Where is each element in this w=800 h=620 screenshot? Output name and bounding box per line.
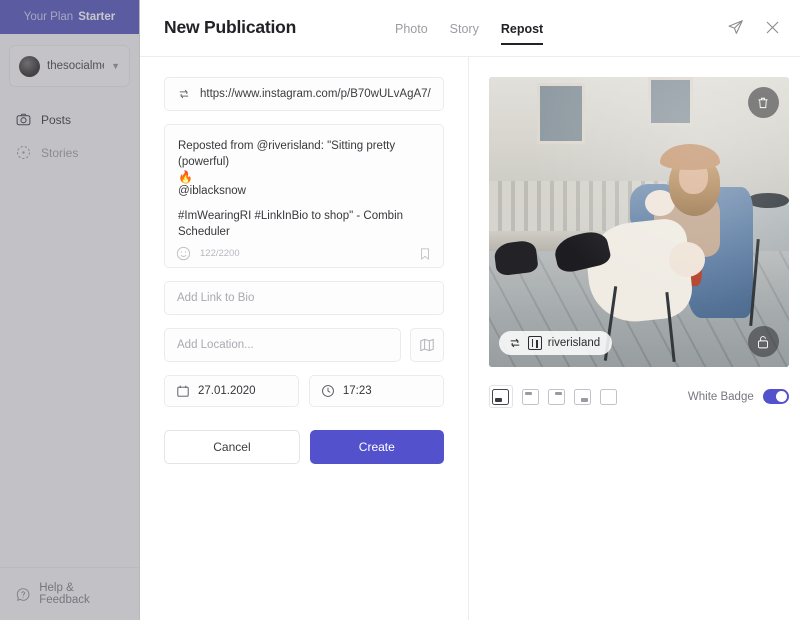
link-to-bio-placeholder: Add Link to Bio (177, 292, 255, 304)
badge-mark (554, 391, 562, 395)
bookmark-icon[interactable] (418, 247, 432, 261)
badge-position-top-left[interactable] (521, 388, 539, 405)
page-title: New Publication (164, 17, 297, 37)
badge-position-bottom-right[interactable] (573, 388, 591, 405)
badge-options-row: White Badge (488, 385, 789, 408)
clock-icon (321, 385, 334, 397)
calendar-icon (177, 385, 189, 397)
link-to-bio-input[interactable]: Add Link to Bio (164, 281, 444, 315)
location-placeholder: Add Location... (177, 339, 254, 351)
caption-line-3: #ImWearingRI #LinkInBio to shop" - Combi… (178, 209, 404, 239)
badge-position-bottom-left[interactable] (488, 385, 513, 408)
preview-pane: riverisland White Badge (468, 56, 800, 620)
action-buttons: Cancel Create (164, 430, 444, 464)
date-input[interactable]: 27.01.2020 (164, 375, 299, 407)
caption-line-1: Reposted from @riverisland: "Sitting pre… (178, 140, 396, 169)
white-badge-toggle[interactable] (762, 389, 789, 404)
cancel-button[interactable]: Cancel (164, 430, 300, 464)
date-value: 27.01.2020 (198, 385, 256, 397)
tab-story[interactable]: Story (450, 22, 479, 43)
character-counter: 122/2200 (200, 248, 240, 260)
badge-mark (524, 391, 532, 395)
location-row: Add Location... (164, 328, 444, 362)
plan-banner[interactable]: Your Plan Starter (0, 0, 139, 34)
badge-position-bottom-left-icon (492, 388, 510, 405)
caption-toolbar: 122/2200 (176, 241, 432, 267)
send-button[interactable] (721, 13, 749, 41)
time-input[interactable]: 17:23 (308, 375, 444, 407)
chevron-down-icon: ▼ (111, 61, 120, 71)
close-icon (766, 21, 778, 33)
toggle-knob (775, 391, 787, 402)
caption-emoji: 🔥 (178, 169, 193, 184)
repost-badge-username: riverisland (547, 337, 601, 349)
modal-header: New Publication Photo Story Repost (140, 0, 800, 56)
caption-content: Reposted from @riverisland: "Sitting pre… (178, 138, 430, 241)
badge-position-none[interactable] (599, 388, 617, 405)
sidebar-nav: Posts Stories (0, 103, 139, 169)
badge-position-list (488, 385, 617, 408)
question-mark-icon (16, 587, 30, 601)
avatar (19, 55, 40, 77)
tab-photo[interactable]: Photo (395, 22, 428, 43)
story-circle-icon (16, 145, 31, 160)
tab-repost[interactable]: Repost (500, 22, 544, 45)
map-button[interactable] (409, 328, 444, 362)
sidebar-item-label-stories: Stories (41, 145, 79, 160)
location-input[interactable]: Add Location... (164, 328, 401, 362)
app-root: Your Plan Starter thesocialmed... ▼ Post… (0, 0, 800, 620)
repost-arrows-icon (510, 338, 519, 348)
sidebar-item-label-posts: Posts (41, 112, 72, 127)
header-actions (721, 13, 786, 41)
photo-highlight (488, 77, 789, 367)
unlock-icon (758, 335, 769, 348)
post-url-input[interactable]: https://www.instagram.com/p/B70wULvAgA7/ (164, 77, 444, 111)
send-icon (728, 19, 743, 34)
white-badge-control: White Badge (688, 389, 789, 404)
sidebar: Your Plan Starter thesocialmed... ▼ Post… (0, 0, 140, 620)
lock-image-button[interactable] (747, 326, 779, 357)
post-photo (488, 77, 789, 367)
modal-body: https://www.instagram.com/p/B70wULvAgA7/… (140, 56, 800, 620)
new-publication-modal: New Publication Photo Story Repost https… (140, 0, 800, 620)
white-badge-label: White Badge (687, 390, 754, 403)
badge-mark (580, 398, 588, 402)
close-button[interactable] (758, 13, 786, 41)
sidebar-item-posts[interactable]: Posts (0, 103, 139, 136)
create-button[interactable]: Create (309, 430, 444, 464)
plan-name: Starter (78, 11, 116, 23)
map-icon (419, 338, 434, 352)
schedule-row: 27.01.2020 17:23 (164, 375, 444, 407)
badge-position-top-right[interactable] (547, 388, 565, 405)
post-url-value: https://www.instagram.com/p/B70wULvAgA7/ (200, 88, 431, 100)
account-selector[interactable]: thesocialmed... ▼ (9, 45, 130, 87)
camera-icon (16, 113, 31, 126)
emoji-smiley-icon[interactable] (176, 246, 191, 261)
help-label: Help & Feedback (39, 582, 90, 606)
riverisland-logo-icon (527, 336, 542, 350)
badge-mark (495, 398, 503, 402)
sidebar-item-stories[interactable]: Stories (0, 136, 139, 169)
help-and-feedback[interactable]: Help & Feedback (0, 567, 139, 620)
delete-image-button[interactable] (747, 87, 779, 118)
time-value: 17:23 (342, 385, 372, 397)
caption-textarea[interactable]: Reposted from @riverisland: "Sitting pre… (164, 124, 444, 268)
account-name: thesocialmed... (47, 60, 104, 72)
form-pane: https://www.instagram.com/p/B70wULvAgA7/… (140, 56, 469, 620)
repost-arrows-icon (179, 89, 189, 99)
plan-label: Your Plan (23, 11, 74, 23)
post-image-preview[interactable]: riverisland (488, 77, 789, 367)
trash-icon (758, 97, 768, 108)
tab-bar: Photo Story Repost (395, 22, 544, 45)
caption-line-2: @iblacksnow (178, 184, 246, 197)
repost-badge[interactable]: riverisland (498, 331, 613, 355)
